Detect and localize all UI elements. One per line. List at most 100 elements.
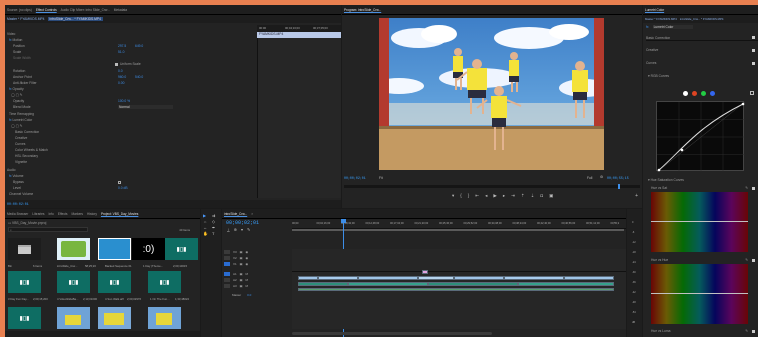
pen-tool-icon[interactable]: ✒: [212, 225, 220, 230]
snap-icon[interactable]: ⟂: [227, 227, 230, 232]
green-channel-dot[interactable]: [701, 91, 706, 96]
vignette-row[interactable]: Vignette: [15, 159, 341, 165]
tab-info[interactable]: Info: [49, 212, 54, 216]
razor-tool-icon[interactable]: ◇: [212, 219, 220, 224]
eyedropper-icon-2[interactable]: ✎: [745, 258, 748, 262]
slip-tool-icon[interactable]: ↔: [203, 225, 211, 230]
mute-icon[interactable]: M: [246, 284, 249, 288]
lock-icon[interactable]: ▣: [240, 250, 243, 254]
hue-sat-toggle[interactable]: [752, 186, 755, 190]
timeline-scrollbar[interactable]: [292, 332, 492, 335]
opacity-value[interactable]: 100.0 %: [118, 99, 130, 103]
tab-effect-controls[interactable]: Effect Controls: [36, 8, 57, 12]
track-target-toggle[interactable]: [224, 249, 230, 254]
creative-toggle[interactable]: [752, 48, 755, 52]
v1-clip-4[interactable]: [418, 276, 454, 280]
tab-audio-clip-mixer[interactable]: Audio Clip Mixer: intro Slide_Crw...: [61, 8, 110, 12]
hue-hue-toggle[interactable]: [752, 258, 755, 262]
mark-in-icon[interactable]: ▾: [452, 193, 454, 201]
track-header-a2[interactable]: A2 ▣ M: [224, 277, 290, 282]
project-search-input[interactable]: ⌕: [8, 227, 88, 232]
tab-effects[interactable]: Effects: [58, 212, 68, 216]
hand-tool-icon[interactable]: ✋: [203, 231, 211, 236]
master-value[interactable]: 0.0: [247, 293, 251, 297]
curves-checkbox[interactable]: [750, 91, 754, 95]
timeline-timecode[interactable]: 00;00;02;01: [226, 220, 259, 226]
step-forward-icon[interactable]: ▸: [503, 193, 505, 201]
track-header-v2[interactable]: V2 ▣ ◉: [224, 255, 290, 260]
ripple-edit-icon[interactable]: ⇔: [203, 219, 211, 224]
curves-toggle[interactable]: [752, 61, 755, 65]
track-header-a1[interactable]: A1 ▣ M: [224, 271, 290, 276]
a1-clip-1[interactable]: [298, 282, 348, 286]
lumetri-basic-section[interactable]: Basic Correction: [646, 35, 758, 41]
lock-icon[interactable]: ▣: [240, 278, 243, 282]
a1-clip-2[interactable]: [348, 282, 428, 286]
red-channel-dot[interactable]: [692, 91, 697, 96]
quality-dropdown[interactable]: Full: [587, 176, 592, 180]
lock-icon[interactable]: ▣: [240, 256, 243, 260]
export-frame-icon[interactable]: ◘: [540, 193, 543, 201]
lumetri-curves-section[interactable]: Curves: [646, 60, 758, 66]
tab-history[interactable]: History: [87, 212, 97, 216]
audio-thumb-4[interactable]: ▮▯▮: [98, 271, 131, 293]
linked-selection-icon[interactable]: ⊕: [234, 227, 237, 232]
v1-clip-5[interactable]: [454, 276, 504, 280]
hue-vs-sat-graph[interactable]: [651, 192, 748, 252]
timeline-settings-icon[interactable]: ✎: [247, 227, 250, 232]
tab-project[interactable]: Project: VBS_Day_Movies: [101, 212, 138, 216]
basic-toggle[interactable]: [752, 36, 755, 39]
tab-source-monitor[interactable]: Source: (no clips): [7, 8, 32, 12]
channel-volume-row[interactable]: Channel Volume: [9, 191, 341, 197]
mark-in-bracket-icon[interactable]: {: [460, 193, 462, 201]
video-thumb-3[interactable]: [148, 307, 181, 329]
eye-icon[interactable]: ◉: [246, 262, 249, 266]
a1-clip-4[interactable]: [518, 282, 614, 286]
blue-channel-dot[interactable]: [710, 91, 715, 96]
track-header-v1[interactable]: V1 ▣ ◉: [224, 261, 290, 266]
blend-mode-row[interactable]: Blend Mode Normal: [13, 104, 341, 110]
eyedropper-icon[interactable]: ✎: [745, 186, 748, 190]
eye-icon[interactable]: ◉: [246, 250, 249, 254]
anchor-y[interactable]: 540.0: [135, 75, 143, 79]
playhead-cap[interactable]: [341, 219, 346, 223]
a2-clip-1[interactable]: [298, 288, 614, 291]
selection-tool-icon[interactable]: ▶: [203, 213, 211, 218]
hue-luma-toggle[interactable]: [752, 329, 755, 333]
rgb-curves-label[interactable]: ▾ RGB Curves: [648, 73, 758, 79]
program-video-frame[interactable]: [379, 18, 604, 170]
video-thumb-1[interactable]: [57, 307, 90, 329]
mute-icon[interactable]: M: [246, 272, 249, 276]
track-target-toggle[interactable]: [224, 277, 230, 282]
hue-vs-hue-graph[interactable]: [651, 264, 748, 324]
blend-mode-select[interactable]: Normal: [118, 105, 173, 109]
nested-seq-thumb[interactable]: [98, 238, 131, 260]
close-icon[interactable]: ×: [251, 212, 253, 216]
track-target-toggle[interactable]: [224, 261, 230, 266]
compare-icon[interactable]: ▣: [549, 193, 553, 201]
fit-dropdown[interactable]: Fit: [379, 176, 383, 180]
tab-metadata[interactable]: Metadata: [114, 8, 127, 12]
lock-icon[interactable]: ▣: [240, 272, 243, 276]
lock-icon[interactable]: ▣: [240, 284, 243, 288]
anti-flicker-value[interactable]: 0.00: [118, 81, 124, 85]
v2-clip[interactable]: [422, 270, 428, 274]
program-scrubber[interactable]: [344, 184, 640, 189]
mute-icon[interactable]: M: [246, 278, 249, 282]
program-playhead[interactable]: [618, 184, 620, 189]
tab-timeline[interactable]: introSlide_Crw...: [224, 212, 247, 216]
track-target-toggle[interactable]: [224, 283, 230, 288]
uniform-scale-row[interactable]: Uniform Scale: [115, 61, 341, 67]
audio-thumb-6[interactable]: ▮▯▮: [8, 307, 41, 329]
anchor-x[interactable]: 960.0: [118, 75, 126, 79]
scale-value[interactable]: 51.0: [118, 50, 124, 54]
master-track-header[interactable]: Master 0.0: [232, 293, 251, 297]
lumetri-creative-section[interactable]: Creative: [646, 47, 758, 53]
pen-mask-icon-2[interactable]: ✎: [20, 124, 23, 128]
level-value[interactable]: 0.0 dB: [118, 186, 128, 190]
track-area[interactable]: [292, 249, 626, 329]
program-timecode[interactable]: 00;00;02;01: [344, 176, 366, 180]
clip-master-path[interactable]: Master * FYAMKIDS.MP4: [7, 17, 45, 21]
v1-clip-2[interactable]: [318, 276, 358, 280]
tab-program[interactable]: Program: introSlide_Crw...: [344, 8, 381, 12]
